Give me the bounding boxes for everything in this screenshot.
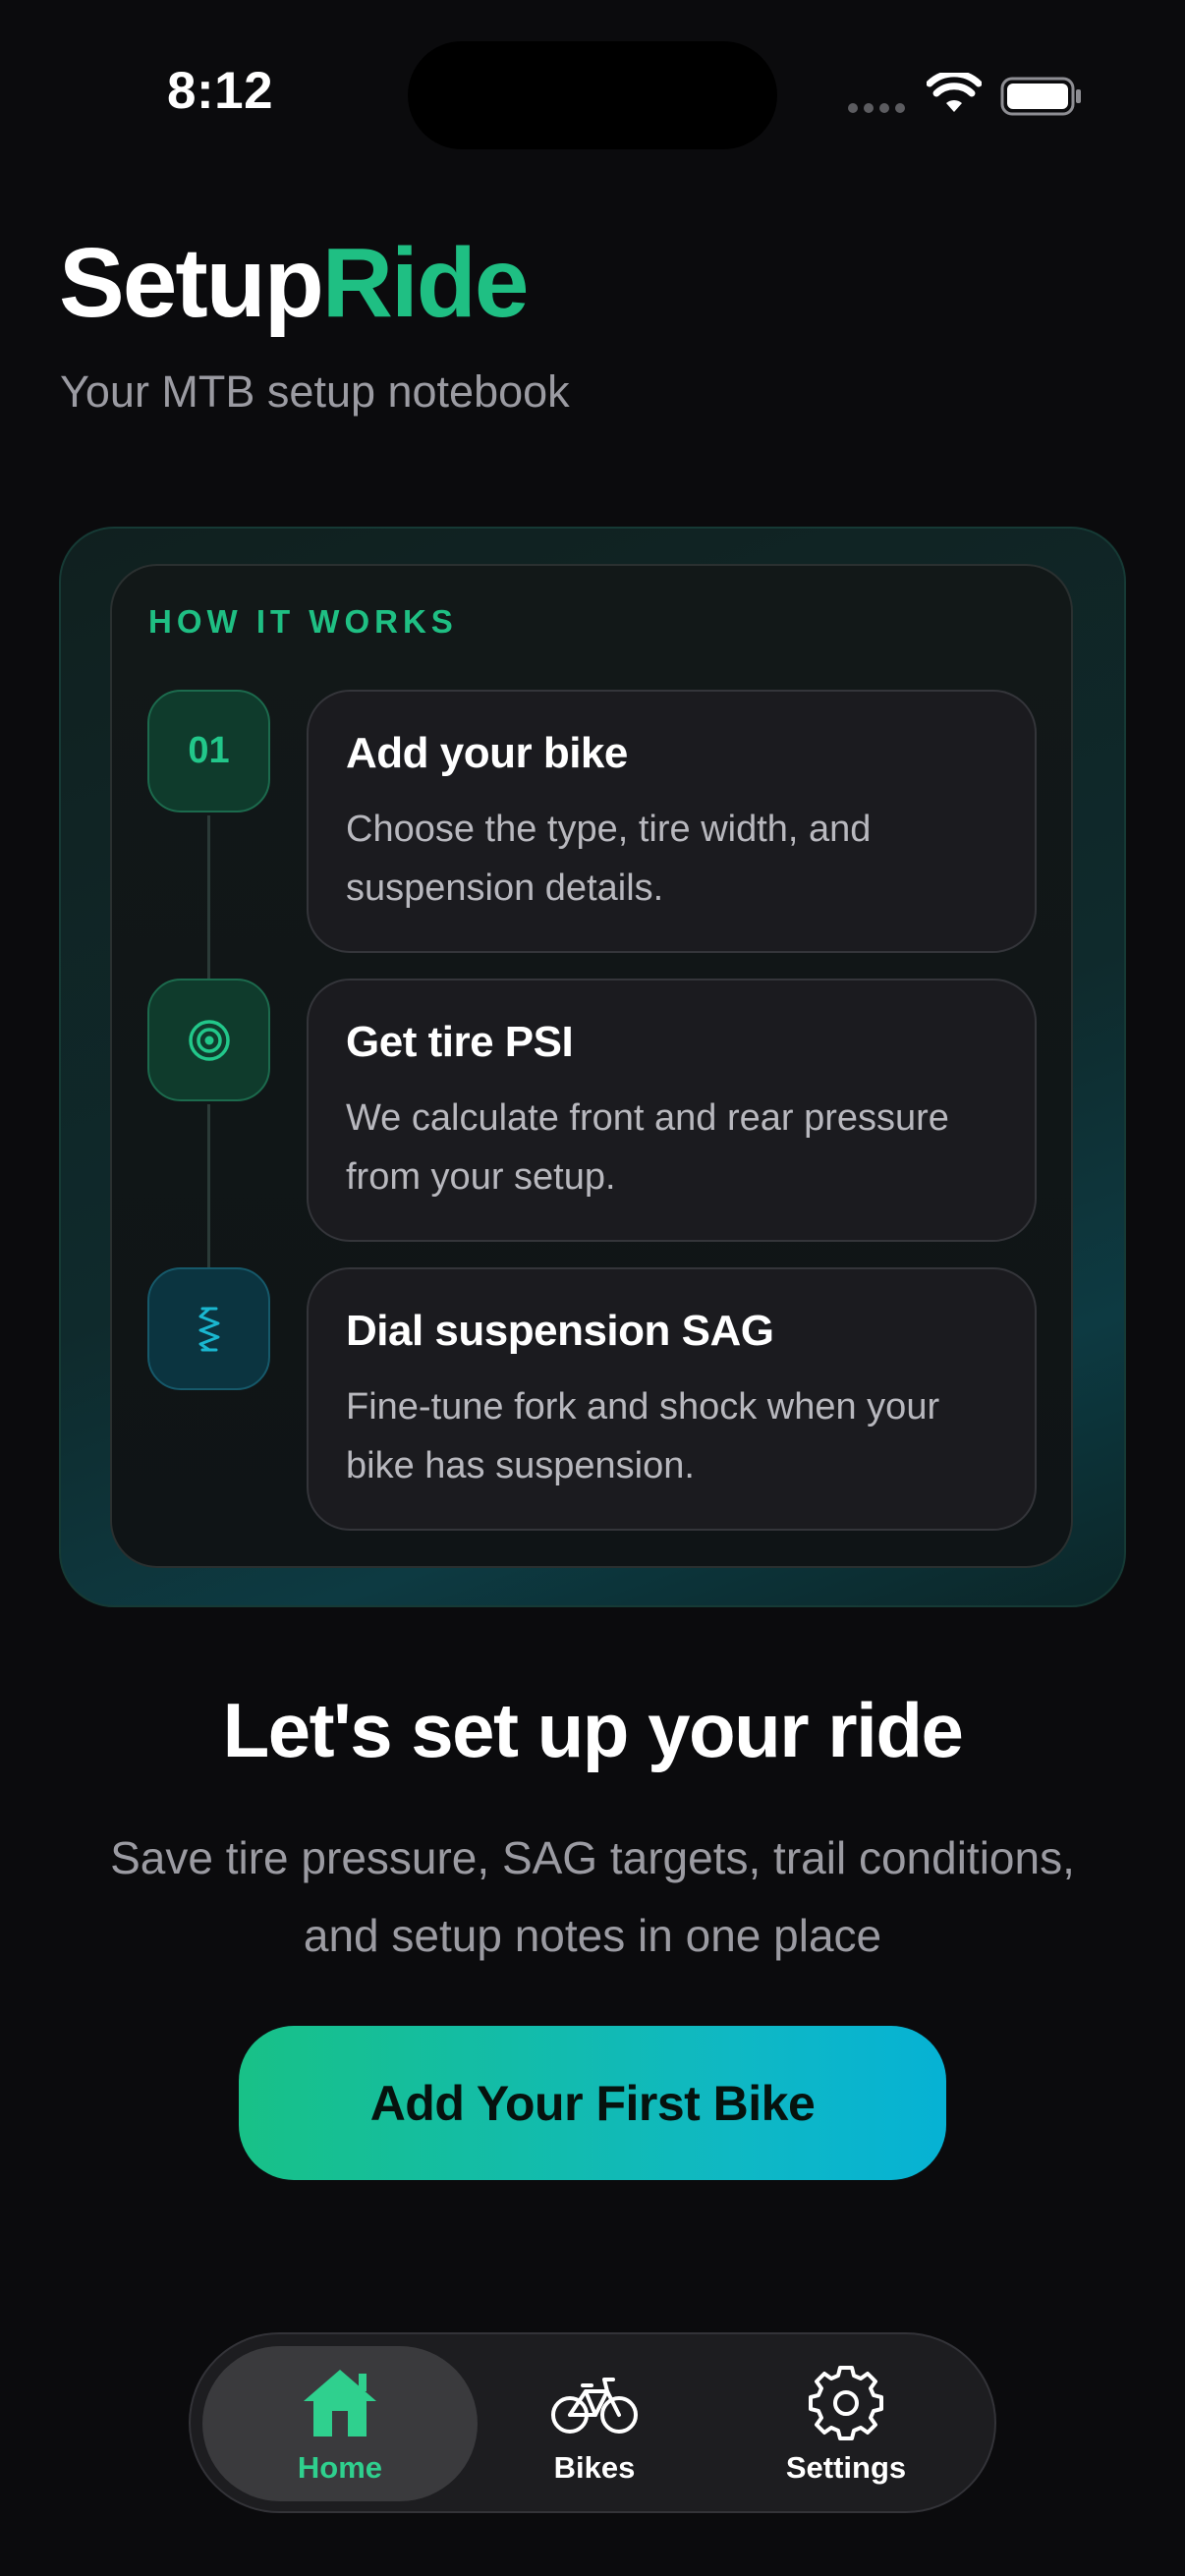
target-icon bbox=[188, 1019, 230, 1061]
step-description: We calculate front and rear pressure fro… bbox=[346, 1097, 949, 1198]
app-title-primary: Setup bbox=[59, 228, 324, 338]
step-connector bbox=[207, 1104, 210, 1267]
home-screen: 8:12 SetupRide Your MTB setup notebook H… bbox=[0, 0, 1185, 2576]
step-title: Get tire PSI bbox=[346, 1018, 574, 1066]
tab-label: Settings bbox=[785, 2450, 907, 2485]
tab-label: Home bbox=[297, 2450, 383, 2485]
add-first-bike-button[interactable]: Add Your First Bike bbox=[239, 2026, 946, 2180]
app-subtitle: Your MTB setup notebook bbox=[60, 366, 570, 417]
tab-bar: Home Bikes Settings bbox=[189, 2332, 996, 2513]
step-title: Dial suspension SAG bbox=[346, 1307, 774, 1355]
step-3-badge bbox=[147, 1267, 270, 1390]
bicycle-icon bbox=[551, 2378, 638, 2434]
tab-home[interactable]: Home bbox=[222, 2364, 458, 2492]
wifi-icon bbox=[927, 73, 982, 112]
app-title-accent: Ride bbox=[321, 228, 530, 338]
hero-title: Let's set up your ride bbox=[222, 1687, 964, 1773]
step-1-card: Add your bike Choose the type, tire widt… bbox=[307, 690, 1037, 953]
app-title: SetupRide bbox=[59, 234, 529, 332]
step-1-badge: 01 bbox=[147, 690, 270, 812]
dynamic-island bbox=[408, 41, 777, 149]
cellular-signal-icon bbox=[848, 103, 905, 113]
step-title: Add your bike bbox=[346, 729, 628, 777]
step-2-card: Get tire PSI We calculate front and rear… bbox=[307, 979, 1037, 1242]
step-3-card: Dial suspension SAG Fine-tune fork and s… bbox=[307, 1267, 1037, 1531]
status-time: 8:12 bbox=[167, 62, 274, 120]
tab-label: Bikes bbox=[553, 2450, 636, 2485]
step-connector bbox=[207, 815, 210, 979]
battery-icon bbox=[1000, 77, 1081, 116]
how-it-works-heading: HOW IT WORKS bbox=[148, 603, 458, 640]
tab-settings[interactable]: Settings bbox=[728, 2364, 964, 2492]
gear-icon bbox=[809, 2366, 883, 2440]
home-icon bbox=[304, 2370, 376, 2436]
step-description: Fine-tune fork and shock when your bike … bbox=[346, 1386, 940, 1486]
step-description: Choose the type, tire width, and suspens… bbox=[346, 809, 872, 909]
hero-description: Save tire pressure, SAG targets, trail c… bbox=[110, 1832, 1075, 1961]
spring-icon bbox=[198, 1307, 219, 1351]
tab-bikes[interactable]: Bikes bbox=[477, 2364, 712, 2492]
step-2-badge bbox=[147, 979, 270, 1101]
